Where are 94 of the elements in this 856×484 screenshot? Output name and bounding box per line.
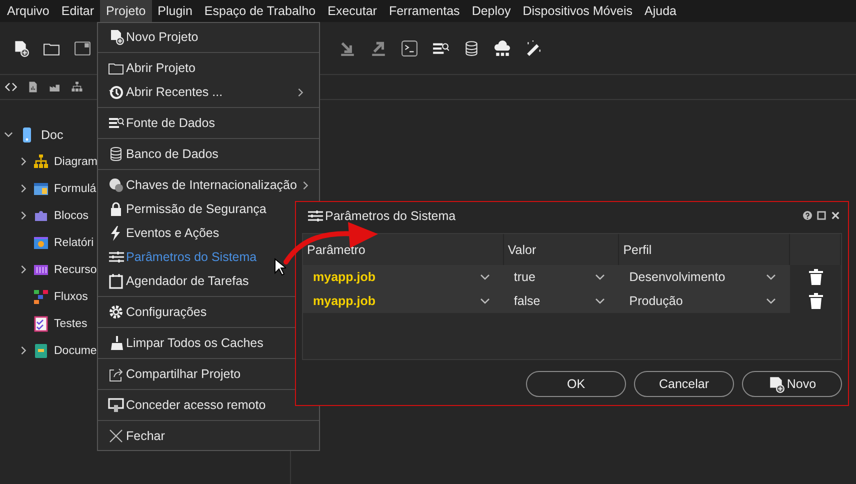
tree-item[interactable]: Diagram	[54, 156, 98, 168]
monitor-icon	[108, 397, 124, 413]
export-icon[interactable]	[370, 40, 387, 56]
menu-item[interactable]: Abrir Recentes ...	[108, 80, 319, 104]
menu-bar-item[interactable]: Ferramentas	[382, 0, 466, 22]
chevron-icon	[300, 180, 310, 190]
profile-select[interactable]: Desenvolvimento	[619, 265, 790, 289]
database-icon	[108, 146, 124, 162]
data-search-icon	[108, 115, 124, 131]
dialog-title: Parâmetros do Sistema	[325, 208, 457, 222]
menu-bar-item[interactable]: Projeto	[100, 0, 152, 22]
menu-item[interactable]: Banco de Dados	[108, 142, 218, 166]
parameter-select[interactable]: myapp.job	[303, 265, 504, 289]
chevron-icon	[296, 88, 305, 96]
menu-bar-item[interactable]: Executar	[322, 0, 383, 22]
report-icon	[33, 234, 49, 250]
menu-item[interactable]: Eventos e Ações	[108, 221, 220, 245]
hierarchy-icon[interactable]	[71, 81, 83, 93]
menu-item[interactable]: Abrir Projeto	[108, 56, 196, 80]
value-select[interactable]: true	[504, 265, 620, 289]
gear-icon	[108, 304, 124, 320]
menu-bar-item[interactable]: Editar	[55, 0, 100, 22]
menu-item[interactable]: Conceder acesso remoto	[108, 393, 266, 417]
tree-item[interactable]: Blocos	[54, 210, 89, 222]
menu-item[interactable]: Fonte de Dados	[108, 111, 215, 135]
new-file-icon	[768, 376, 785, 392]
database-icon[interactable]	[463, 40, 480, 56]
chevron-icon[interactable]	[19, 184, 28, 193]
checklist-icon	[33, 316, 49, 332]
terminal-icon[interactable]	[401, 40, 418, 56]
tree-item[interactable]: Recurso	[54, 264, 97, 276]
form-icon	[33, 180, 49, 196]
calendar-icon	[108, 273, 124, 289]
trash-icon[interactable]	[808, 293, 823, 309]
menu-item[interactable]: Chaves de Internacionalização	[108, 173, 324, 197]
cursor-icon	[274, 258, 286, 276]
chevron-icon[interactable]	[19, 265, 28, 274]
tree-item[interactable]: Relatóri	[54, 236, 94, 248]
sliders-icon	[307, 208, 323, 224]
chevron-icon	[480, 296, 490, 306]
chevron-icon[interactable]	[19, 157, 28, 166]
menu-item[interactable]: Compartilhar Projeto	[108, 362, 241, 386]
tree-item[interactable]: Formulá	[54, 182, 96, 194]
chevron-icon[interactable]	[4, 130, 13, 139]
parameter-select[interactable]: myapp.job	[303, 289, 504, 313]
code-icon[interactable]	[5, 81, 17, 93]
history-icon	[108, 84, 124, 100]
hierarchy-icon	[33, 154, 49, 170]
menu-item[interactable]: Novo Projeto	[108, 25, 198, 49]
book-icon	[33, 342, 49, 358]
value-select[interactable]: false	[504, 289, 620, 313]
menu-bar-item[interactable]: Arquivo	[1, 0, 56, 22]
chevron-icon	[595, 272, 606, 282]
help-icon[interactable]	[803, 211, 812, 220]
dialog-button[interactable]: Cancelar	[634, 371, 734, 397]
maximize-icon[interactable]	[817, 211, 826, 220]
cloud-icon[interactable]	[494, 40, 511, 56]
profile-select[interactable]: Produção	[619, 289, 790, 313]
close-icon	[108, 428, 124, 444]
tree-item[interactable]: Testes	[54, 318, 88, 330]
lock-icon	[108, 201, 124, 217]
menu-bar-item[interactable]: Ajuda	[638, 0, 682, 22]
trash-icon[interactable]	[808, 269, 823, 285]
tree-item[interactable]: Docume	[54, 344, 97, 356]
menu-item[interactable]: Agendador de Tarefas	[108, 269, 249, 293]
menu-item[interactable]: Permissão de Segurança	[108, 197, 266, 221]
menu-bar-item[interactable]: Deploy	[466, 0, 517, 22]
menu-item[interactable]: Parâmetros do Sistema	[108, 245, 257, 269]
document-icon[interactable]	[27, 81, 39, 93]
menu-item[interactable]: Fechar	[108, 424, 165, 448]
sliders-icon	[108, 249, 124, 265]
tree-item[interactable]: Doc	[41, 128, 64, 142]
menu-bar-item[interactable]: Plugin	[152, 0, 198, 22]
menu-item[interactable]: Configurações	[108, 300, 207, 324]
new-file-icon	[108, 29, 124, 45]
share-icon	[108, 366, 124, 382]
chevron-icon	[766, 272, 776, 282]
tree-item[interactable]: Fluxos	[54, 290, 88, 302]
dialog-button[interactable]: OK	[526, 371, 626, 397]
chevron-icon	[480, 272, 490, 282]
menu-bar-item[interactable]: Espaço de Trabalho	[198, 0, 322, 22]
chevron-icon[interactable]	[19, 211, 28, 220]
dialog-button[interactable]: Novo	[742, 371, 842, 397]
magic-wand-icon[interactable]	[525, 40, 542, 56]
chevron-icon	[595, 296, 606, 306]
chevron-icon	[766, 296, 776, 306]
import-icon[interactable]	[339, 40, 356, 56]
menu-bar-item[interactable]: Dispositivos Móveis	[516, 0, 638, 22]
flow-icon	[33, 288, 49, 304]
close-icon[interactable]	[831, 211, 840, 220]
menu-item[interactable]: Limpar Todos os Caches	[108, 331, 264, 355]
new-file-icon[interactable]	[12, 40, 29, 56]
window-icon[interactable]	[74, 40, 91, 56]
chevron-icon[interactable]	[19, 346, 28, 355]
